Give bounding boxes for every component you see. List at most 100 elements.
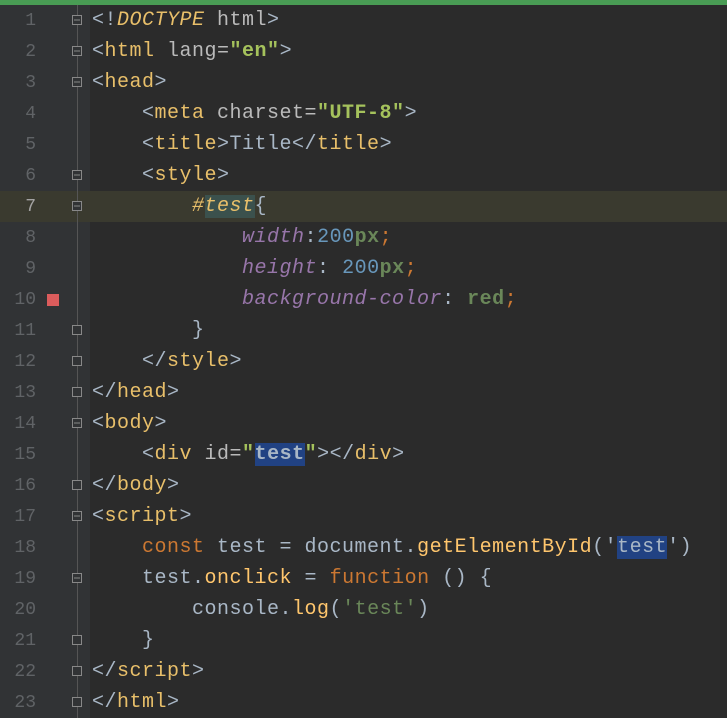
gutter[interactable]: 5: [0, 129, 90, 160]
code-content[interactable]: <div id="test"></div>: [90, 443, 405, 466]
breakpoint-gutter[interactable]: [42, 98, 64, 129]
fold-gutter[interactable]: [64, 222, 90, 253]
code-content[interactable]: </style>: [90, 350, 242, 373]
breakpoint-gutter[interactable]: [42, 625, 64, 656]
fold-open-icon[interactable]: [72, 15, 82, 25]
fold-gutter[interactable]: [64, 67, 90, 98]
breakpoint-gutter[interactable]: [42, 501, 64, 532]
breakpoint-gutter[interactable]: [42, 470, 64, 501]
fold-gutter[interactable]: [64, 408, 90, 439]
gutter[interactable]: 17: [0, 501, 90, 532]
gutter[interactable]: 7: [0, 191, 90, 222]
code-content[interactable]: <html lang="en">: [90, 40, 292, 63]
gutter[interactable]: 13: [0, 377, 90, 408]
fold-close-icon[interactable]: [72, 480, 82, 490]
fold-gutter[interactable]: [64, 625, 90, 656]
code-line[interactable]: 7 #test{: [0, 191, 727, 222]
gutter[interactable]: 1: [0, 5, 90, 36]
fold-gutter[interactable]: [64, 532, 90, 563]
breakpoint-gutter[interactable]: [42, 439, 64, 470]
breakpoint-gutter[interactable]: [42, 687, 64, 718]
breakpoint-gutter[interactable]: [42, 315, 64, 346]
gutter[interactable]: 23: [0, 687, 90, 718]
breakpoint-gutter[interactable]: [42, 346, 64, 377]
breakpoint-gutter[interactable]: [42, 408, 64, 439]
fold-gutter[interactable]: [64, 501, 90, 532]
fold-close-icon[interactable]: [72, 635, 82, 645]
fold-gutter[interactable]: [64, 191, 90, 222]
fold-gutter[interactable]: [64, 470, 90, 501]
fold-open-icon[interactable]: [72, 418, 82, 428]
code-line[interactable]: 6 <style>: [0, 160, 727, 191]
code-content[interactable]: </script>: [90, 660, 205, 683]
gutter[interactable]: 21: [0, 625, 90, 656]
code-line[interactable]: 20 console.log('test'): [0, 594, 727, 625]
breakpoint-gutter[interactable]: [42, 253, 64, 284]
breakpoint-icon[interactable]: [47, 294, 59, 306]
fold-gutter[interactable]: [64, 315, 90, 346]
code-content[interactable]: width:200px;: [90, 226, 392, 249]
fold-gutter[interactable]: [64, 563, 90, 594]
code-line[interactable]: 21 }: [0, 625, 727, 656]
gutter[interactable]: 2: [0, 36, 90, 67]
code-line[interactable]: 13</head>: [0, 377, 727, 408]
code-content[interactable]: <!DOCTYPE html>: [90, 9, 280, 32]
code-line[interactable]: 3<head>: [0, 67, 727, 98]
code-line[interactable]: 14<body>: [0, 408, 727, 439]
gutter[interactable]: 19: [0, 563, 90, 594]
code-editor[interactable]: 1<!DOCTYPE html>2<html lang="en">3<head>…: [0, 0, 727, 718]
code-line[interactable]: 1<!DOCTYPE html>: [0, 5, 727, 36]
code-line[interactable]: 4 <meta charset="UTF-8">: [0, 98, 727, 129]
fold-gutter[interactable]: [64, 594, 90, 625]
fold-gutter[interactable]: [64, 36, 90, 67]
fold-gutter[interactable]: [64, 129, 90, 160]
code-content[interactable]: <script>: [90, 505, 192, 528]
fold-gutter[interactable]: [64, 284, 90, 315]
code-line[interactable]: 18 const test = document.getElementById(…: [0, 532, 727, 563]
code-line[interactable]: 15 <div id="test"></div>: [0, 439, 727, 470]
breakpoint-gutter[interactable]: [42, 5, 64, 36]
code-content[interactable]: <meta charset="UTF-8">: [90, 102, 417, 125]
fold-gutter[interactable]: [64, 656, 90, 687]
gutter[interactable]: 9: [0, 253, 90, 284]
gutter[interactable]: 14: [0, 408, 90, 439]
breakpoint-gutter[interactable]: [42, 594, 64, 625]
breakpoint-gutter[interactable]: [42, 656, 64, 687]
breakpoint-gutter[interactable]: [42, 160, 64, 191]
code-line[interactable]: 2<html lang="en">: [0, 36, 727, 67]
code-line[interactable]: 16</body>: [0, 470, 727, 501]
gutter[interactable]: 4: [0, 98, 90, 129]
gutter[interactable]: 10: [0, 284, 90, 315]
fold-gutter[interactable]: [64, 5, 90, 36]
code-line[interactable]: 19 test.onclick = function () {: [0, 563, 727, 594]
code-line[interactable]: 10 background-color: red;: [0, 284, 727, 315]
code-content[interactable]: </body>: [90, 474, 180, 497]
fold-open-icon[interactable]: [72, 573, 82, 583]
code-content[interactable]: const test = document.getElementById('te…: [90, 536, 692, 559]
code-line[interactable]: 22</script>: [0, 656, 727, 687]
code-line[interactable]: 23</html>: [0, 687, 727, 718]
code-content[interactable]: <body>: [90, 412, 167, 435]
code-content[interactable]: test.onclick = function () {: [90, 567, 492, 590]
code-content[interactable]: <title>Title</title>: [90, 133, 392, 156]
fold-gutter[interactable]: [64, 439, 90, 470]
code-line[interactable]: 5 <title>Title</title>: [0, 129, 727, 160]
code-content[interactable]: background-color: red;: [90, 288, 517, 311]
gutter[interactable]: 15: [0, 439, 90, 470]
fold-open-icon[interactable]: [72, 46, 82, 56]
code-content[interactable]: console.log('test'): [90, 598, 430, 621]
code-content[interactable]: <style>: [90, 164, 230, 187]
gutter[interactable]: 3: [0, 67, 90, 98]
gutter[interactable]: 16: [0, 470, 90, 501]
fold-close-icon[interactable]: [72, 666, 82, 676]
breakpoint-gutter[interactable]: [42, 377, 64, 408]
fold-open-icon[interactable]: [72, 170, 82, 180]
fold-gutter[interactable]: [64, 377, 90, 408]
gutter[interactable]: 12: [0, 346, 90, 377]
breakpoint-gutter[interactable]: [42, 191, 64, 222]
fold-gutter[interactable]: [64, 346, 90, 377]
code-content[interactable]: }: [90, 629, 155, 652]
fold-close-icon[interactable]: [72, 325, 82, 335]
fold-open-icon[interactable]: [72, 77, 82, 87]
breakpoint-gutter[interactable]: [42, 129, 64, 160]
